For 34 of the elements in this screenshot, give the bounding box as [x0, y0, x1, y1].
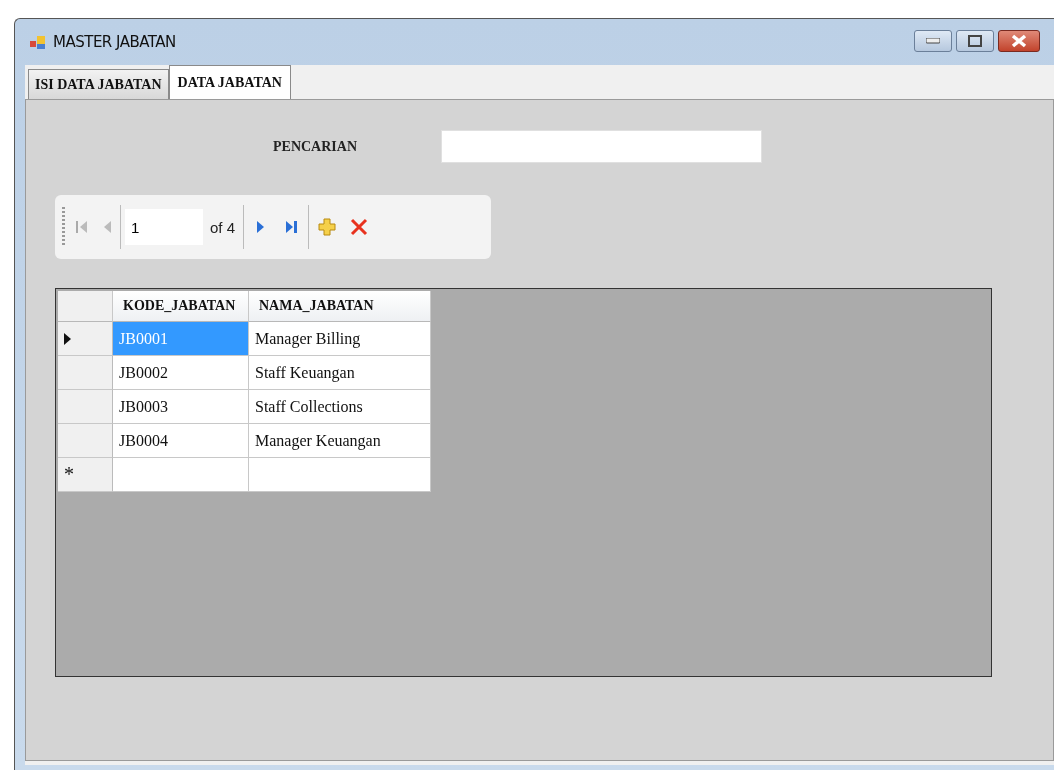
table-cell: JB0004 — [113, 424, 249, 458]
app-icon — [29, 34, 47, 50]
column-header[interactable]: KODE_JABATAN — [113, 291, 249, 322]
page-number-field[interactable]: 1 — [125, 209, 203, 245]
add-button[interactable] — [318, 218, 337, 236]
table-cell: JB0001 — [113, 322, 249, 356]
table-cell: Manager Keuangan — [249, 424, 431, 458]
search-field[interactable] — [441, 130, 762, 163]
next-page-button[interactable] — [256, 219, 266, 235]
last-page-button[interactable] — [285, 219, 299, 235]
window-title: MASTER JABATAN — [53, 33, 176, 51]
table-cell: JB0003 — [113, 390, 249, 424]
minimize-button[interactable] — [914, 30, 952, 52]
minimize-icon — [926, 38, 940, 44]
toolbar-grip[interactable] — [62, 207, 65, 247]
page-count: of 4 — [210, 218, 236, 236]
table-cell: JB0002 — [113, 356, 249, 390]
first-page-button[interactable] — [75, 219, 89, 235]
close-button[interactable] — [998, 30, 1040, 52]
maximize-button[interactable] — [956, 30, 994, 52]
new-row-marker[interactable]: * — [58, 458, 113, 492]
maximize-icon — [968, 35, 982, 47]
column-header[interactable]: NAMA_JABATAN — [249, 291, 431, 322]
table-cell: Staff Keuangan — [249, 356, 431, 390]
row-header[interactable] — [58, 322, 113, 356]
tab[interactable]: ISI DATA JABATAN — [28, 69, 169, 99]
search-label: PENCARIAN — [273, 138, 357, 155]
delete-button[interactable] — [350, 218, 369, 236]
close-icon — [1011, 34, 1027, 48]
table-cell: Staff Collections — [249, 390, 431, 424]
previous-page-button[interactable] — [103, 219, 112, 235]
grid-corner — [58, 291, 113, 322]
tab[interactable]: DATA JABATAN — [168, 65, 291, 99]
table-cell: Manager Billing — [249, 322, 431, 356]
